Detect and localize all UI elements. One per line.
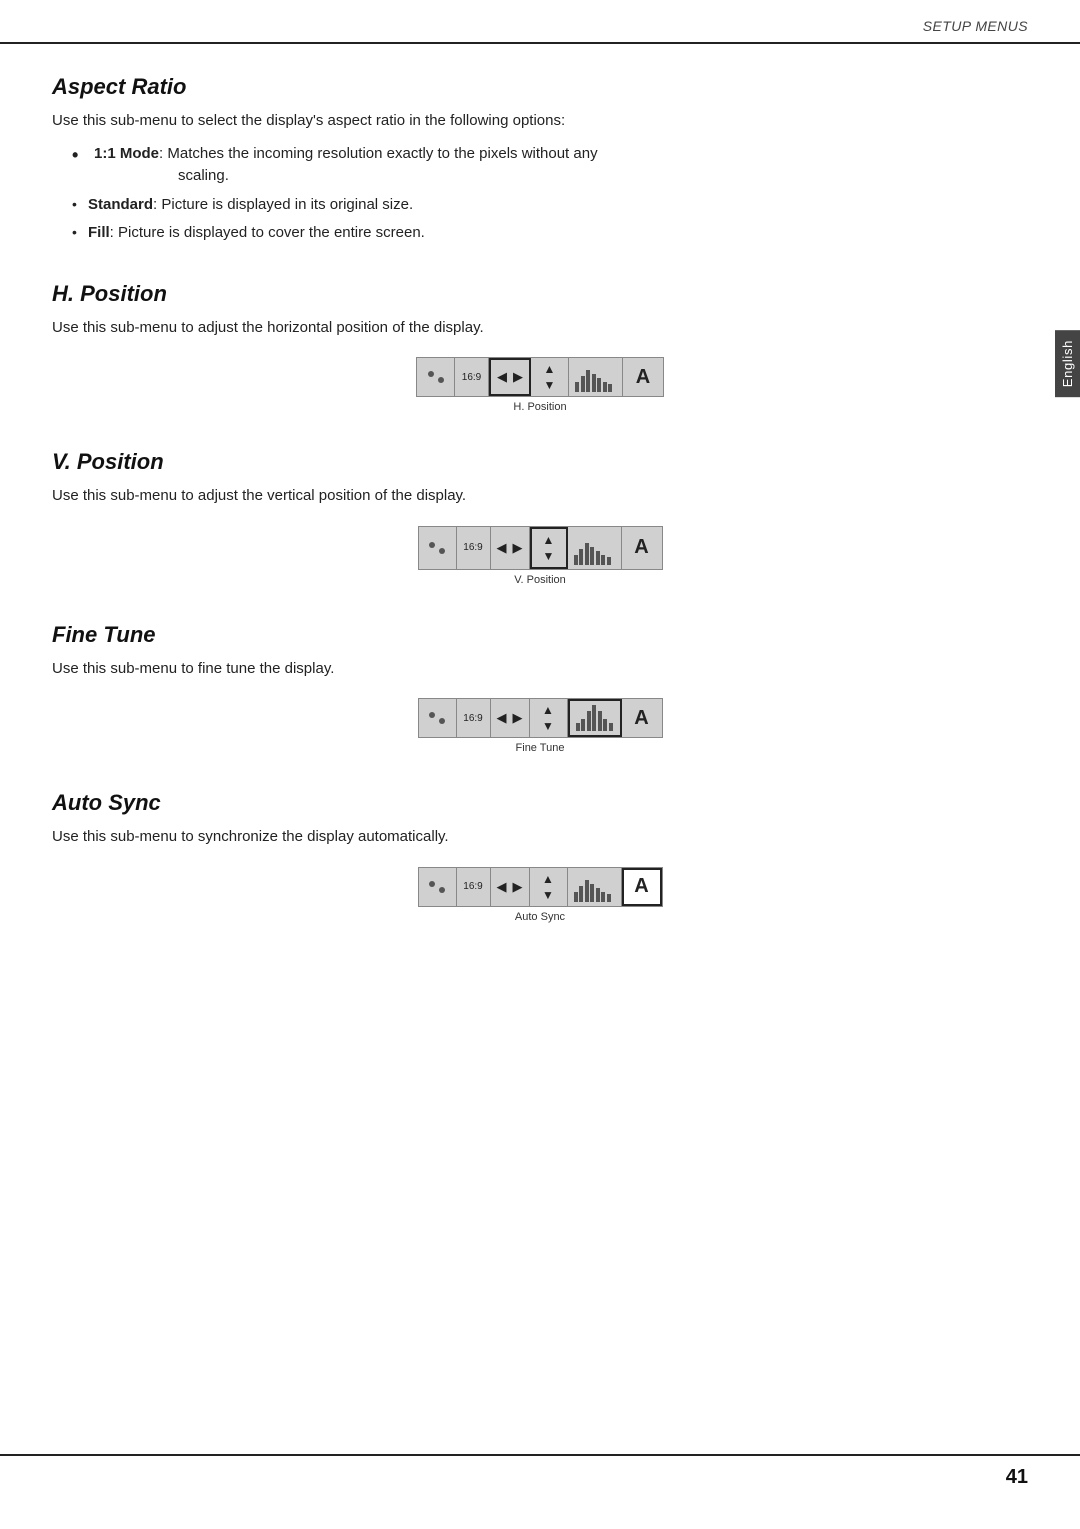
- aspect-ratio-title: Aspect Ratio: [52, 74, 1028, 100]
- bullet-dot-standard: •: [72, 194, 88, 215]
- bullet-label-1-1-mode: 1:1 Mode: [94, 145, 159, 162]
- auto-sync-dots-cell: [419, 868, 457, 906]
- arrow-up-icon2: ▲: [543, 533, 555, 547]
- fine-tune-diagram-label: Fine Tune: [516, 742, 565, 754]
- fine-tune-section: Fine Tune Use this sub-menu to fine tune…: [52, 622, 1028, 755]
- setup-menus-label: SETUP MENUS: [923, 18, 1028, 34]
- page-wrapper: SETUP MENUS English Aspect Ratio Use thi…: [0, 0, 1080, 1529]
- a-button-label4: A: [634, 875, 648, 898]
- fine-tune-title: Fine Tune: [52, 622, 1028, 648]
- arrow-down-icon4: ▼: [542, 888, 554, 902]
- v-pos-lr-cell: ◀ ▶: [491, 527, 530, 569]
- arrow-down-icon3: ▼: [542, 719, 554, 733]
- arrow-right-icon: ▶: [513, 369, 523, 385]
- bullet-item-standard: • Standard: Picture is displayed in its …: [72, 194, 1028, 217]
- v-position-diagram-label: V. Position: [514, 574, 566, 586]
- v-position-section: V. Position Use this sub-menu to adjust …: [52, 449, 1028, 586]
- arrow-left-icon4: ◀: [497, 879, 507, 895]
- h-pos-ud-cell: ▲ ▼: [531, 358, 569, 396]
- h-pos-lr-cell: ◀ ▶: [489, 358, 531, 396]
- bullet-text-fill: Fill: Picture is displayed to cover the …: [88, 222, 425, 245]
- fine-tune-diagram-wrapper: 16:9 ◀ ▶ ▲ ▼: [52, 698, 1028, 754]
- arrow-up-icon: ▲: [544, 362, 556, 376]
- arrow-left-icon: ◀: [497, 369, 507, 385]
- auto-sync-lr-cell: ◀ ▶: [491, 868, 530, 906]
- bottom-bar: 41: [0, 1454, 1080, 1489]
- page-number: 41: [1006, 1466, 1028, 1489]
- auto-sync-a-cell: A: [622, 868, 662, 906]
- h-position-diagram-wrapper: 16:9 ◀ ▶ ▲ ▼: [52, 357, 1028, 413]
- bullet-dot-large: •: [72, 143, 94, 168]
- h-position-diagram-label: H. Position: [513, 401, 566, 413]
- arrow-right-icon3: ▶: [513, 710, 523, 726]
- arrow-up-icon4: ▲: [542, 872, 554, 886]
- fine-tune-a-cell: A: [622, 699, 662, 737]
- v-position-intro: Use this sub-menu to adjust the vertical…: [52, 485, 1028, 508]
- bullet-label-standard: Standard: [88, 196, 153, 213]
- a-button-label: A: [636, 366, 650, 389]
- aspect-ratio-section: Aspect Ratio Use this sub-menu to select…: [52, 74, 1028, 245]
- v-pos-a-cell: A: [622, 527, 662, 569]
- v-pos-ratio-cell: 16:9: [457, 527, 491, 569]
- a-button-label2: A: [634, 536, 648, 559]
- h-pos-bar-cell: [569, 358, 623, 396]
- aspect-ratio-bullets: • 1:1 Mode: Matches the incoming resolut…: [72, 143, 1028, 245]
- h-pos-ratio-cell: 16:9: [455, 358, 489, 396]
- fine-tune-dots-cell: [419, 699, 457, 737]
- auto-sync-bar-cell: [568, 868, 622, 906]
- arrow-left-icon3: ◀: [497, 710, 507, 726]
- bullet-desc-standard: : Picture is displayed in its original s…: [153, 196, 413, 213]
- top-bar: SETUP MENUS: [0, 0, 1080, 44]
- auto-sync-ratio-cell: 16:9: [457, 868, 491, 906]
- v-position-diagram: 16:9 ◀ ▶ ▲ ▼: [418, 526, 663, 570]
- bullet-continuation: scaling.: [94, 165, 598, 188]
- auto-sync-diagram-wrapper: 16:9 ◀ ▶ ▲ ▼: [52, 867, 1028, 923]
- h-pos-a-cell: A: [623, 358, 663, 396]
- bullet-text-standard: Standard: Picture is displayed in its or…: [88, 194, 413, 217]
- bullet-item-fill: • Fill: Picture is displayed to cover th…: [72, 222, 1028, 245]
- auto-sync-section: Auto Sync Use this sub-menu to synchroni…: [52, 790, 1028, 923]
- v-pos-ud-cell: ▲ ▼: [530, 527, 568, 569]
- bullet-item-1-1-mode: • 1:1 Mode: Matches the incoming resolut…: [72, 143, 1028, 188]
- auto-sync-ud-cell: ▲ ▼: [530, 868, 568, 906]
- aspect-ratio-intro: Use this sub-menu to select the display'…: [52, 110, 1028, 133]
- h-position-section: H. Position Use this sub-menu to adjust …: [52, 281, 1028, 414]
- arrow-left-icon2: ◀: [497, 540, 507, 556]
- a-button-label3: A: [634, 707, 648, 730]
- fine-tune-ratio-cell: 16:9: [457, 699, 491, 737]
- h-position-intro: Use this sub-menu to adjust the horizont…: [52, 317, 1028, 340]
- auto-sync-intro: Use this sub-menu to synchronize the dis…: [52, 826, 1028, 849]
- bullet-desc-1-1-mode: : Matches the incoming resolution exactl…: [159, 145, 598, 162]
- fine-tune-diagram: 16:9 ◀ ▶ ▲ ▼: [418, 698, 663, 738]
- v-pos-dots-cell: [419, 527, 457, 569]
- arrow-up-icon3: ▲: [542, 703, 554, 717]
- arrow-right-icon4: ▶: [513, 879, 523, 895]
- fine-tune-lr-cell: ◀ ▶: [491, 699, 530, 737]
- h-pos-dots-cell: [417, 358, 455, 396]
- bullet-desc-fill: : Picture is displayed to cover the enti…: [110, 224, 425, 241]
- auto-sync-diagram: 16:9 ◀ ▶ ▲ ▼: [418, 867, 663, 907]
- arrow-right-icon2: ▶: [513, 540, 523, 556]
- v-pos-bar-cell: [568, 527, 622, 569]
- fine-tune-bar-cell: [568, 699, 622, 737]
- fine-tune-ud-cell: ▲ ▼: [530, 699, 568, 737]
- auto-sync-title: Auto Sync: [52, 790, 1028, 816]
- auto-sync-diagram-label: Auto Sync: [515, 911, 565, 923]
- v-position-title: V. Position: [52, 449, 1028, 475]
- english-tab: English: [1055, 330, 1080, 397]
- arrow-down-icon2: ▼: [543, 549, 555, 563]
- bullet-text-1-1-mode: 1:1 Mode: Matches the incoming resolutio…: [94, 143, 598, 188]
- main-content: Aspect Ratio Use this sub-menu to select…: [0, 44, 1080, 989]
- h-position-diagram: 16:9 ◀ ▶ ▲ ▼: [416, 357, 664, 397]
- bullet-label-fill: Fill: [88, 224, 110, 241]
- fine-tune-intro: Use this sub-menu to fine tune the displ…: [52, 658, 1028, 681]
- h-position-title: H. Position: [52, 281, 1028, 307]
- v-position-diagram-wrapper: 16:9 ◀ ▶ ▲ ▼: [52, 526, 1028, 586]
- bullet-dot-fill: •: [72, 222, 88, 243]
- arrow-down-icon: ▼: [544, 378, 556, 392]
